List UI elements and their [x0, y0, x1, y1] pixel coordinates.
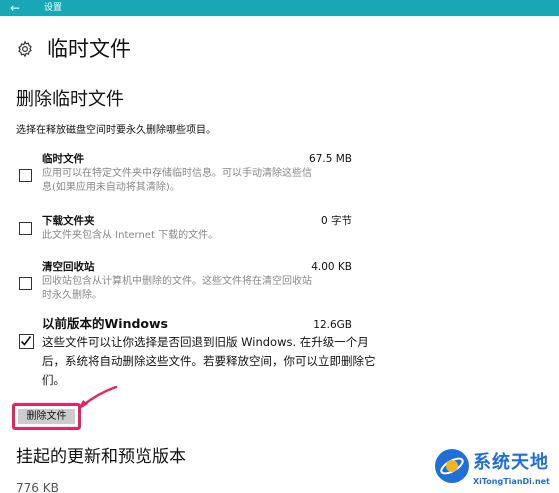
item-description: 这些文件可以让你选择是否回退到旧版 Windows. 在升级一个月 后，系统将自…: [42, 335, 376, 387]
checkbox-recycle-bin[interactable]: [19, 277, 32, 290]
section-description: 选择在释放磁盘空间时要永久删除哪些项目。: [16, 125, 216, 136]
item-size: 12.6GB: [313, 319, 352, 331]
gear-icon: [18, 40, 32, 58]
item-description: 此文件夹包含从 Internet 下载的文件。: [42, 230, 219, 241]
item-size: 67.5 MB: [309, 153, 352, 165]
watermark-logo-icon: [435, 449, 469, 483]
watermark-title: 系统天地: [473, 452, 549, 473]
item-description: 应用可以在特定文件夹中存储临时信息。可以手动清除这些信 息(如果应用未自动将其清…: [42, 168, 312, 193]
item-size: 0 字节: [320, 215, 352, 227]
item-name: 下载文件夹: [42, 215, 95, 227]
watermark: 系统天地 XiTongTianDi.net: [433, 447, 559, 493]
title-bar: ← 设置: [0, 0, 559, 16]
page-title: 临时文件: [47, 37, 131, 61]
watermark-url: XiTongTianDi.net: [473, 477, 550, 486]
checkbox-previous-windows[interactable]: [19, 334, 34, 349]
item-name: 以前版本的Windows: [42, 316, 168, 331]
checkbox-downloads[interactable]: [19, 222, 32, 235]
item-name: 清空回收站: [42, 261, 95, 273]
window-title: 设置: [44, 3, 63, 13]
delete-files-button[interactable]: 删除文件: [18, 409, 75, 424]
section-title: 删除临时文件: [16, 89, 124, 110]
delete-button-highlight: 删除文件: [12, 403, 81, 430]
section-title-pending-updates: 挂起的更新和预览版本: [16, 447, 186, 467]
checkmark-icon: [20, 336, 32, 346]
checkbox-temp-files[interactable]: [19, 169, 32, 182]
back-arrow-icon: ←: [9, 1, 21, 15]
back-button[interactable]: ←: [0, 0, 30, 16]
item-description: 回收站包含从计算机中删除的文件。这些文件将在清空回收站 时永久删除。: [42, 276, 312, 301]
pending-updates-size: 776 KB: [16, 481, 59, 493]
item-size: 4.00 KB: [311, 261, 352, 273]
item-name: 临时文件: [42, 153, 84, 165]
